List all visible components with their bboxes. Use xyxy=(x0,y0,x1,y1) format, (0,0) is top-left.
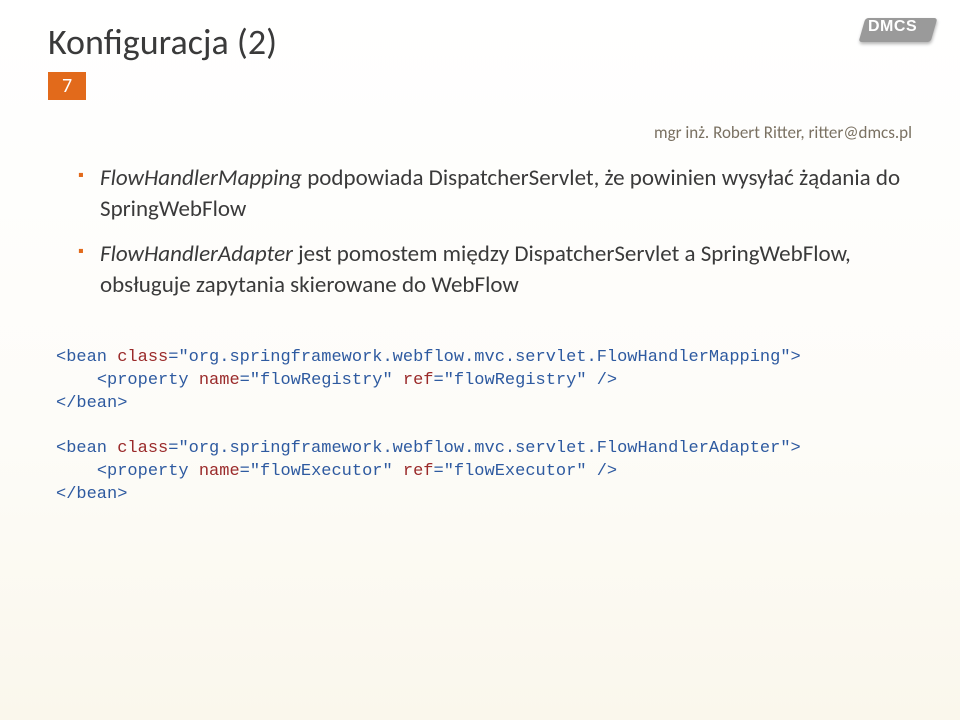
xml-attr-name: name xyxy=(199,371,240,390)
bullet-item: FlowHandlerAdapter jest pomostem między … xyxy=(78,239,912,301)
logo-text: DMCS xyxy=(868,18,917,36)
page-number-badge: 7 xyxy=(48,72,86,100)
xml-tag: /> xyxy=(587,371,618,390)
xml-tag: <bean xyxy=(56,439,117,458)
xml-tag: > xyxy=(791,348,801,367)
xml-attr-name: class xyxy=(117,348,168,367)
xml-eq: = xyxy=(168,439,178,458)
xml-attr-value: "flowExecutor" xyxy=(250,462,393,481)
xml-eq: = xyxy=(434,462,444,481)
xml-tag: > xyxy=(791,439,801,458)
xml-attr-value: "org.springframework.webflow.mvc.servlet… xyxy=(178,348,790,367)
bullet-list: FlowHandlerMapping podpowiada Dispatcher… xyxy=(48,163,912,301)
author-footer: mgr inż. Robert Ritter, ritter@dmcs.pl xyxy=(48,122,912,143)
slide: DMCS Konfiguracja (2) 7 mgr inż. Robert … xyxy=(0,0,960,720)
xml-attr-value: "flowRegistry" xyxy=(250,371,393,390)
xml-eq: = xyxy=(240,462,250,481)
xml-eq: = xyxy=(434,371,444,390)
xml-eq: = xyxy=(240,371,250,390)
xml-attr-name: class xyxy=(117,439,168,458)
xml-tag: <bean xyxy=(56,348,117,367)
code-indent xyxy=(56,462,97,481)
bullet-emphasis: FlowHandlerMapping xyxy=(100,164,302,192)
slide-title: Konfiguracja (2) xyxy=(48,20,912,64)
xml-tag: /> xyxy=(587,462,618,481)
xml-attr-name: ref xyxy=(403,462,434,481)
xml-eq: = xyxy=(168,348,178,367)
bullet-item: FlowHandlerMapping podpowiada Dispatcher… xyxy=(78,163,912,225)
xml-attr-value: "org.springframework.webflow.mvc.servlet… xyxy=(178,439,790,458)
xml-attr-value: "flowRegistry" xyxy=(444,371,587,390)
xml-attr-name: name xyxy=(199,462,240,481)
logo: DMCS xyxy=(862,8,940,56)
xml-attr-name: ref xyxy=(403,371,434,390)
xml-tag: </bean> xyxy=(56,485,127,504)
bullet-emphasis: FlowHandlerAdapter xyxy=(100,240,293,268)
xml-tag: <property xyxy=(97,462,199,481)
code-block: <bean class="org.springframework.webflow… xyxy=(48,347,912,507)
code-blank-line xyxy=(56,416,912,438)
code-indent xyxy=(56,371,97,390)
xml-attr-value: "flowExecutor" xyxy=(444,462,587,481)
xml-tag: </bean> xyxy=(56,394,127,413)
xml-tag: <property xyxy=(97,371,199,390)
